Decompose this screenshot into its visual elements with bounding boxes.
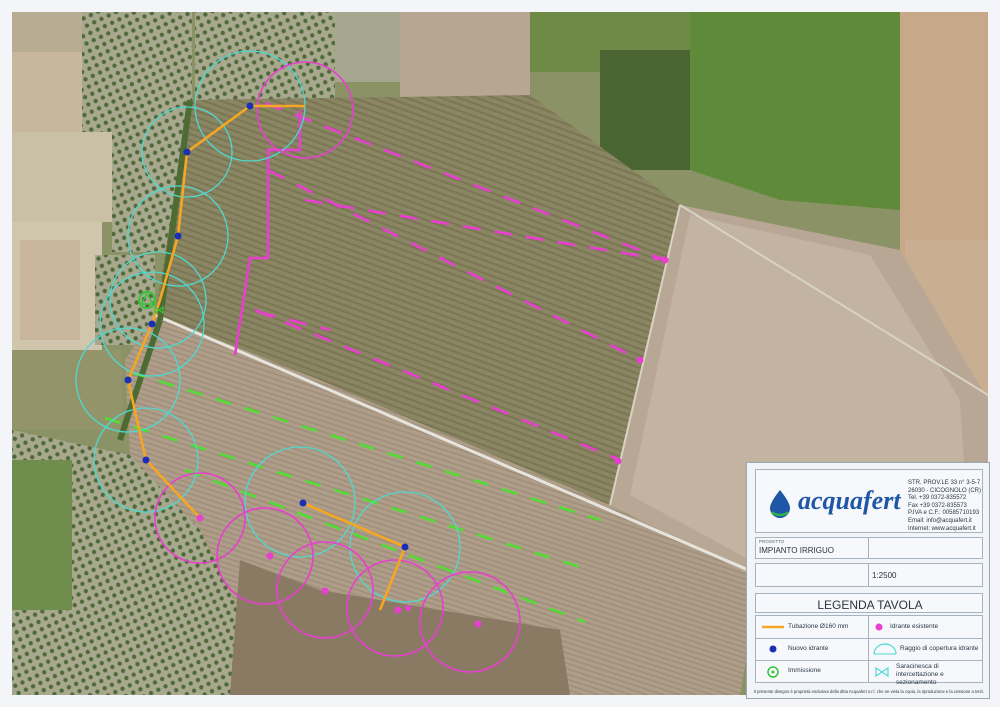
scale-row: 1:2500 (755, 563, 983, 587)
legend-item-label: Tubazione Ø160 mm (788, 623, 849, 630)
address-line: Internet: www.acquafert.it (908, 525, 976, 532)
company-address: STR. PROV.LE 33 n° 3-5-7 26030 - CICOGNO… (908, 480, 981, 533)
existing-hydrant-icon (875, 623, 883, 631)
legend-item-label: Raggio di copertura idrante (900, 645, 979, 652)
copyright-note: Il presente disegno è proprietà esclusiv… (753, 689, 985, 694)
title-block: acquafert STR. PROV.LE 33 n° 3-5-7 26030… (746, 462, 990, 699)
legend-title: LEGENDA TAVOLA (817, 598, 923, 612)
address-line: Email: info@acquafert.it (908, 517, 972, 524)
scale-value: 1:2500 (872, 571, 897, 580)
address-line: 26030 - CICOGNOLO (CR) (908, 487, 982, 494)
legend-items: Tubazione Ø160 mm Idrante esistente Nuov… (755, 615, 983, 686)
address-line: P.IVA e C.F.: 00585710193 (908, 510, 980, 517)
legend-item-label: Saracinesca di intercettazione e seziona… (896, 663, 944, 686)
company-header: acquafert STR. PROV.LE 33 n° 3-5-7 26030… (755, 469, 983, 533)
inlet-legend-icon (767, 666, 779, 678)
address-line: Tel. +39 0372-835572 (908, 495, 967, 502)
map-sheet: acquafert STR. PROV.LE 33 n° 3-5-7 26030… (0, 0, 1000, 707)
project-label: PROGETTO (759, 539, 785, 544)
legend-item-label: Idrante esistente (890, 623, 939, 630)
pipe-line-icon (762, 625, 784, 629)
address-line: STR. PROV.LE 33 n° 3-5-7 (908, 480, 981, 486)
valve-legend-icon (875, 666, 889, 678)
project-title: IMPIANTO IRRIGUO (759, 546, 834, 555)
company-logo: acquafert (798, 486, 901, 515)
address-line: Fax +39 0372-835573 (908, 502, 967, 509)
project-row: PROGETTO IMPIANTO IRRIGUO (755, 537, 983, 559)
new-hydrant-icon (769, 645, 777, 653)
coverage-arc-icon (873, 643, 897, 655)
legend-item-label: Immissione (788, 667, 821, 674)
legend-item-label: Nuovo idrante (788, 645, 829, 652)
water-drop-icon (770, 490, 790, 518)
legend-header: LEGENDA TAVOLA (755, 593, 983, 613)
